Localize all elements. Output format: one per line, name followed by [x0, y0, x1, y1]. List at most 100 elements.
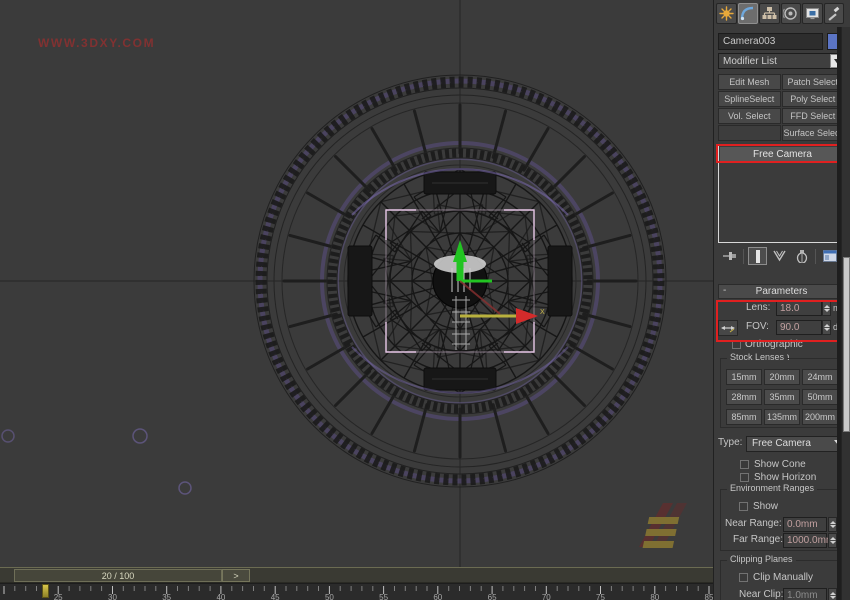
hierarchy-icon	[762, 6, 777, 21]
viewport[interactable]: X WWW.3DXY.COM	[0, 0, 713, 567]
time-bar: 20 / 100 >	[0, 567, 713, 583]
camera-type-value: Free Camera	[752, 438, 811, 449]
svg-text:40: 40	[216, 593, 225, 600]
scrollbar-thumb[interactable]	[843, 257, 850, 432]
lens-row: Lens: 18.0 mm	[718, 300, 845, 317]
lens-50mm-button[interactable]: 50mm	[802, 389, 838, 405]
near-range-label: Near Range:	[725, 516, 782, 532]
camera-type-label: Type:	[718, 437, 742, 448]
next-frame-button[interactable]: >	[222, 569, 250, 582]
hammer-icon	[826, 6, 841, 21]
lens-85mm-button[interactable]: 85mm	[726, 409, 762, 425]
svg-text:55: 55	[379, 593, 388, 600]
near-range-field[interactable]: 0.0mm	[783, 517, 827, 532]
near-clip-field[interactable]: 1.0mm	[783, 588, 827, 600]
poly-select-button[interactable]: Poly Select	[782, 91, 845, 107]
remove-modifier-icon[interactable]	[792, 247, 811, 265]
pin-stack-icon[interactable]	[720, 247, 739, 265]
stock-lenses-group: Stock Lenses 15mm 20mm 24mm 28mm 35mm 50…	[720, 358, 844, 428]
ruler-ticks: 25303540455055606570758085	[0, 584, 713, 600]
parameters-rollout-header[interactable]: - Parameters	[718, 284, 845, 299]
clipping-planes-group: Clipping Planes Clip Manually Near Clip:…	[720, 560, 844, 600]
far-range-row: Far Range: 1000.0mm	[721, 532, 845, 549]
lens-15mm-button[interactable]: 15mm	[726, 369, 762, 385]
orthographic-checkbox[interactable]	[732, 340, 741, 349]
camera-type-row: Type: Free Camera	[718, 436, 845, 452]
lens-24mm-button[interactable]: 24mm	[802, 369, 838, 385]
make-unique-icon[interactable]	[770, 247, 789, 265]
svg-text:30: 30	[108, 593, 117, 600]
fov-label: FOV:	[746, 319, 769, 335]
modifier-stack-toolbar	[720, 246, 845, 266]
lens-35mm-button[interactable]: 35mm	[764, 389, 800, 405]
modifier-list-label: Modifier List	[723, 55, 777, 69]
patch-select-button[interactable]: Patch Select	[782, 74, 845, 90]
viewport-wireframe-scene: X	[0, 0, 713, 567]
orthographic-row: Orthographic Projection	[718, 338, 845, 352]
svg-text:35: 35	[162, 593, 171, 600]
env-show-label: Show	[753, 500, 778, 513]
rollout-collapse-glyph[interactable]: -	[723, 285, 726, 297]
edit-mesh-button[interactable]: Edit Mesh	[718, 74, 781, 90]
stack-entry-free-camera[interactable]: Free Camera	[720, 147, 845, 162]
parameters-rollout-title: Parameters	[756, 286, 808, 297]
camera-type-combo[interactable]: Free Camera	[746, 436, 845, 452]
lens-200mm-button[interactable]: 200mm	[802, 409, 838, 425]
clip-manually-checkbox[interactable]	[739, 573, 748, 582]
far-range-spinner[interactable]	[828, 533, 837, 548]
monitor-icon	[805, 6, 820, 21]
parameters-body: Lens: 18.0 mm FOV: 90.0	[718, 300, 845, 352]
current-frame-field[interactable]: 20 / 100	[14, 569, 222, 582]
timeline-ruler[interactable]: 25303540455055606570758085	[0, 583, 713, 600]
max-application-window: X WWW.3DXY.COM 20 / 100 > 25303540455055…	[0, 0, 850, 600]
environment-ranges-group: Environment Ranges Show Near Range: 0.0m…	[720, 489, 844, 551]
fov-direction-button[interactable]	[718, 320, 738, 336]
clipping-planes-title: Clipping Planes	[727, 554, 796, 564]
command-panel-scrollbar[interactable]	[841, 27, 850, 600]
command-panel-tabs	[714, 0, 845, 27]
curve-icon	[740, 6, 755, 21]
command-panel: Camera003 Modifier List Edit Mesh Patch …	[713, 0, 850, 600]
time-slider-handle[interactable]	[42, 584, 49, 598]
vol-select-button[interactable]: Vol. Select	[718, 108, 781, 124]
modify-tab[interactable]	[738, 3, 759, 24]
show-horizon-checkbox[interactable]	[740, 473, 749, 482]
stock-lenses-title: Stock Lenses	[727, 352, 787, 362]
near-clip-spinner[interactable]	[828, 588, 837, 600]
fov-field[interactable]: 90.0	[776, 320, 822, 335]
env-show-checkbox[interactable]	[739, 502, 748, 511]
modifier-list-dropdown[interactable]: Modifier List	[718, 53, 845, 69]
far-range-field[interactable]: 1000.0mm	[783, 533, 827, 548]
lens-28mm-button[interactable]: 28mm	[726, 389, 762, 405]
fov-row: FOV: 90.0 deg.	[718, 319, 845, 336]
empty-modifier-slot[interactable]	[718, 125, 781, 141]
lens-135mm-button[interactable]: 135mm	[764, 409, 800, 425]
ffd-select-button[interactable]: FFD Select	[782, 108, 845, 124]
modifier-set-row-3: Surface Select	[718, 125, 845, 141]
utilities-tab[interactable]	[824, 3, 845, 24]
spline-select-button[interactable]: SplineSelect	[718, 91, 781, 107]
wheel-icon	[783, 6, 798, 21]
svg-text:45: 45	[271, 593, 280, 600]
lens-spinner[interactable]	[822, 301, 831, 316]
fov-spinner[interactable]	[822, 320, 831, 335]
environment-ranges-title: Environment Ranges	[727, 483, 817, 493]
lens-field[interactable]: 18.0	[776, 301, 822, 316]
display-tab[interactable]	[802, 3, 823, 24]
near-clip-label: Near Clip:	[739, 587, 783, 600]
show-end-result-icon[interactable]	[748, 247, 767, 265]
hierarchy-tab[interactable]	[759, 3, 780, 24]
near-range-spinner[interactable]	[828, 517, 837, 532]
motion-tab[interactable]	[781, 3, 802, 24]
lens-20mm-button[interactable]: 20mm	[764, 369, 800, 385]
svg-text:X: X	[540, 309, 545, 316]
svg-text:70: 70	[542, 593, 551, 600]
star-icon	[719, 6, 734, 21]
surface-select-button[interactable]: Surface Select	[782, 125, 845, 141]
object-name-field[interactable]: Camera003	[718, 33, 823, 50]
create-tab[interactable]	[716, 3, 737, 24]
show-cone-checkbox[interactable]	[740, 460, 749, 469]
svg-text:85: 85	[705, 593, 713, 600]
svg-text:65: 65	[488, 593, 497, 600]
modifier-stack[interactable]: Free Camera	[718, 145, 845, 243]
